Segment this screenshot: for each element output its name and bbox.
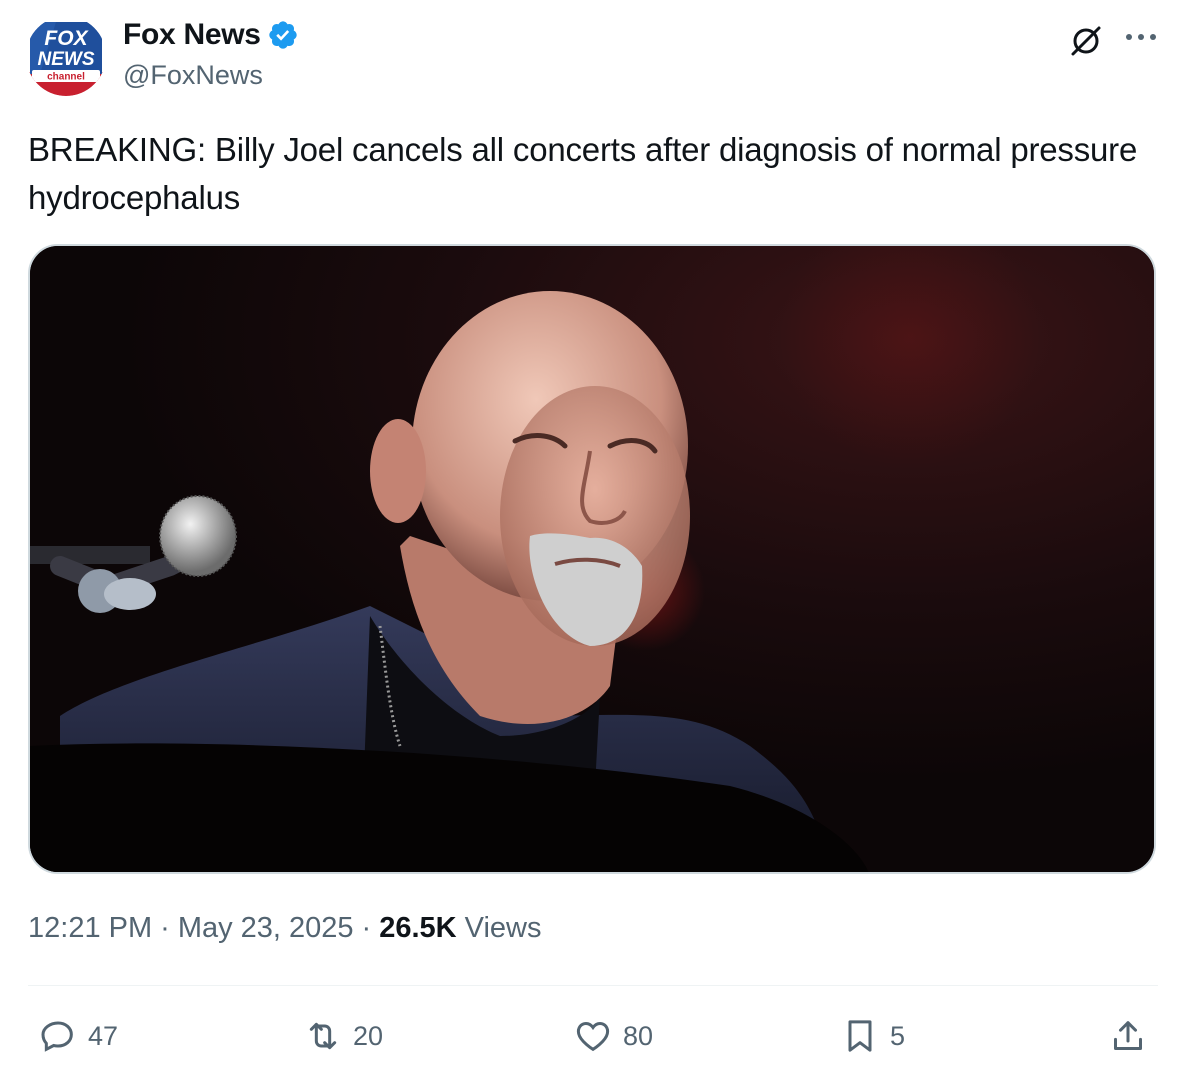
bookmark-button[interactable]: 5 [840,1010,905,1062]
repost-count: 20 [353,1020,384,1051]
verified-badge-icon [268,21,297,49]
meta-separator: · [361,912,372,944]
tweet-meta: 12:21 PM · May 23, 2025 · 26.5K Views [28,912,542,945]
bookmark-icon [848,1020,872,1052]
logo-fox-text: FOX [44,27,89,50]
display-name[interactable]: Fox News [123,18,261,52]
views-count: 26.5K [379,912,457,944]
grok-icon[interactable] [1066,20,1106,60]
repost-button[interactable]: 20 [303,1010,383,1062]
reply-button[interactable]: 47 [38,1010,118,1062]
reply-icon [41,1021,73,1052]
logo-channel-text: channel [47,72,85,83]
reply-count: 47 [88,1020,119,1051]
share-button[interactable] [1108,1010,1148,1062]
heart-icon [576,1021,610,1052]
share-icon [1114,1021,1142,1050]
bookmark-count: 5 [890,1020,906,1051]
meta-separator: · [160,912,170,944]
like-count: 80 [623,1020,654,1051]
repost-icon [309,1022,337,1050]
tweet-time[interactable]: 12:21 PM [28,912,152,945]
avatar[interactable]: FOX NEWS channel [26,16,106,96]
handle[interactable]: @FoxNews [123,60,299,91]
tweet-text: BREAKING: Billy Joel cancels all concert… [28,131,1138,216]
author-block: Fox News @FoxNews [123,18,299,91]
tweet-photo[interactable] [28,244,1156,874]
logo-news-text: NEWS [38,49,95,70]
divider [28,985,1158,986]
more-icon[interactable] [1124,30,1158,44]
views-label: Views [464,912,542,944]
like-button[interactable]: 80 [573,1010,653,1062]
fox-news-logo: FOX NEWS channel [26,16,106,96]
tweet-date[interactable]: May 23, 2025 [178,912,354,945]
action-bar: 47 20 80 5 [28,1010,1158,1062]
concert-photo [30,246,1154,872]
